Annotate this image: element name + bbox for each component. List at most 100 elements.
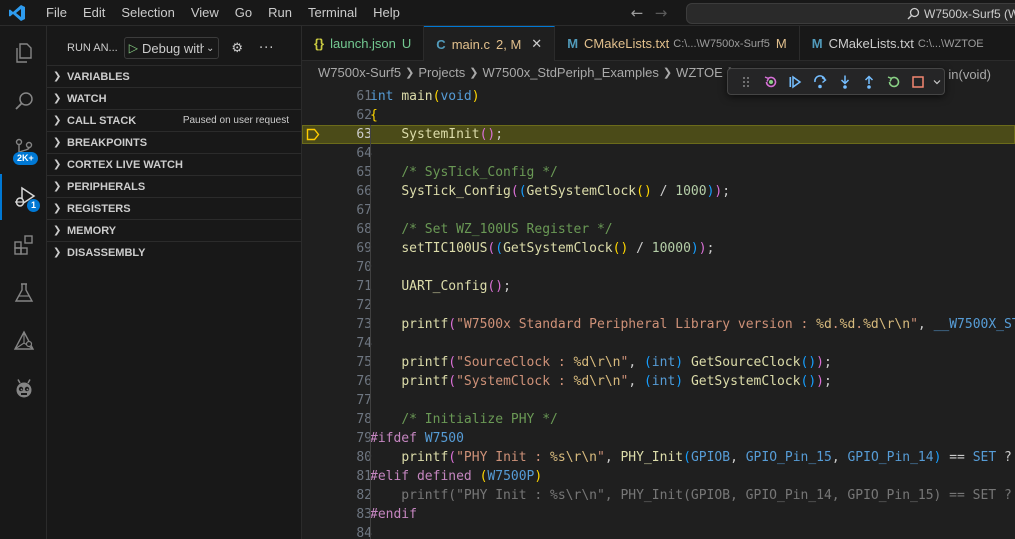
line-number[interactable]: 66 bbox=[302, 182, 372, 201]
reset-device-icon[interactable] bbox=[759, 71, 784, 93]
code-line[interactable]: 65 /* SysTick_Config */ bbox=[302, 163, 1015, 182]
vscode-logo-icon[interactable] bbox=[0, 0, 34, 26]
line-number[interactable]: 61 bbox=[302, 87, 372, 106]
platformio-alien-icon[interactable] bbox=[0, 366, 47, 412]
breadcrumb-item[interactable]: WZTOE bbox=[676, 65, 723, 80]
section-watch[interactable]: ❯ WATCH bbox=[47, 87, 301, 109]
code-line[interactable]: 80 printf("PHY Init : %s\r\n", PHY_Init(… bbox=[302, 448, 1015, 467]
code-line[interactable]: 81 #elif defined (W7500P) bbox=[302, 467, 1015, 486]
section-disassembly[interactable]: ❯ DISASSEMBLY bbox=[47, 241, 301, 263]
section-memory[interactable]: ❯ MEMORY bbox=[47, 219, 301, 241]
breadcrumb-item[interactable]: W7500x_StdPeriph_Examples bbox=[483, 65, 659, 80]
cmake-icon[interactable] bbox=[0, 318, 47, 364]
menu-selection[interactable]: Selection bbox=[113, 0, 182, 26]
search-view-icon[interactable] bbox=[0, 78, 47, 124]
code-line[interactable]: 84 bbox=[302, 524, 1015, 539]
breadcrumb-symbol[interactable]: in(void) bbox=[948, 67, 991, 82]
line-number[interactable]: 72 bbox=[302, 296, 372, 315]
line-number[interactable]: 62 bbox=[302, 106, 372, 125]
code-line[interactable]: 83 #endif bbox=[302, 505, 1015, 524]
section-variables[interactable]: ❯ VARIABLES bbox=[47, 65, 301, 87]
back-arrow-icon[interactable]: ← bbox=[630, 4, 644, 22]
code-line[interactable]: 82 printf("PHY Init : %s\r\n", PHY_Init(… bbox=[302, 486, 1015, 505]
code-line[interactable]: 73 printf("W7500x Standard Peripheral Li… bbox=[302, 315, 1015, 334]
code-text: printf("SystemClock : %d\r\n", (int) Get… bbox=[401, 374, 832, 389]
code-line[interactable]: 79 #ifdef W7500 bbox=[302, 429, 1015, 448]
line-number[interactable]: 82 bbox=[302, 486, 372, 505]
gear-icon[interactable]: ⚙ bbox=[231, 41, 243, 56]
code-line[interactable]: 78 /* Initialize PHY */ bbox=[302, 410, 1015, 429]
code-line[interactable]: 68 /* Set WZ_100US Register */ bbox=[302, 220, 1015, 239]
tab-launch-json[interactable]: {} launch.json U bbox=[302, 26, 425, 61]
section-peripherals[interactable]: ❯ PERIPHERALS bbox=[47, 175, 301, 197]
code-line[interactable]: 70 bbox=[302, 258, 1015, 277]
step-out-icon[interactable] bbox=[857, 71, 882, 93]
code-line[interactable]: 62{ bbox=[302, 106, 1015, 125]
line-number[interactable]: 64 bbox=[302, 144, 372, 163]
line-number[interactable]: 74 bbox=[302, 334, 372, 353]
run-debug-icon[interactable]: 1 bbox=[0, 174, 47, 220]
line-number[interactable]: 67 bbox=[302, 201, 372, 220]
start-debug-icon[interactable]: ▷ bbox=[129, 41, 138, 55]
code-line[interactable]: 67 bbox=[302, 201, 1015, 220]
line-number[interactable]: 80 bbox=[302, 448, 372, 467]
menu-edit[interactable]: Edit bbox=[75, 0, 113, 26]
more-actions-icon[interactable]: ··· bbox=[259, 41, 274, 56]
line-number[interactable]: 71 bbox=[302, 277, 372, 296]
testing-flask-icon[interactable] bbox=[0, 270, 47, 316]
line-number[interactable]: 77 bbox=[302, 391, 372, 410]
line-number[interactable]: 75 bbox=[302, 353, 372, 372]
tab-cmakelists-wztoe[interactable]: M CMakeLists.txt C:\...\WZTOE bbox=[800, 26, 996, 61]
restart-icon[interactable] bbox=[882, 71, 907, 93]
section-breakpoints[interactable]: ❯ BREAKPOINTS bbox=[47, 131, 301, 153]
debug-config-dropdown[interactable]: ▷ Debug with ⌄ bbox=[123, 37, 220, 59]
menu-run[interactable]: Run bbox=[260, 0, 300, 26]
continue-icon[interactable] bbox=[783, 71, 808, 93]
step-into-icon[interactable] bbox=[832, 71, 857, 93]
line-number[interactable]: 73 bbox=[302, 315, 372, 334]
explorer-icon[interactable] bbox=[0, 30, 47, 76]
menu-help[interactable]: Help bbox=[365, 0, 408, 26]
source-control-icon[interactable]: 2K+ bbox=[0, 126, 47, 172]
section-registers[interactable]: ❯ REGISTERS bbox=[47, 197, 301, 219]
forward-arrow-icon[interactable]: → bbox=[654, 4, 668, 22]
section-call-stack[interactable]: ❯ CALL STACK Paused on user request bbox=[47, 109, 301, 131]
command-center-search[interactable]: W7500x-Surf5 (W bbox=[686, 3, 1015, 24]
code-line[interactable]: 71 UART_Config(); bbox=[302, 277, 1015, 296]
code-line[interactable]: 66 SysTick_Config((GetSystemClock() / 10… bbox=[302, 182, 1015, 201]
current-execution-line[interactable]: 63 SystemInit(); bbox=[302, 125, 1015, 144]
extensions-icon[interactable] bbox=[0, 222, 47, 268]
line-number[interactable]: 68 bbox=[302, 220, 372, 239]
close-icon[interactable]: ✕ bbox=[531, 36, 542, 52]
menu-terminal[interactable]: Terminal bbox=[300, 0, 365, 26]
tab-main-c[interactable]: C main.c 2, M ✕ bbox=[424, 26, 556, 61]
menu-view[interactable]: View bbox=[183, 0, 227, 26]
code-line[interactable]: 75 printf("SourceClock : %d\r\n", (int) … bbox=[302, 353, 1015, 372]
code-editor[interactable]: 61 int main(void) 62{63 SystemInit(); 64 65 … bbox=[302, 87, 1015, 539]
breadcrumb-item[interactable]: Projects bbox=[418, 65, 465, 80]
stop-icon[interactable] bbox=[906, 71, 931, 93]
line-number[interactable]: 76 bbox=[302, 372, 372, 391]
line-number[interactable]: 84 bbox=[302, 524, 372, 539]
line-number[interactable]: 69 bbox=[302, 239, 372, 258]
breadcrumb-item[interactable]: W7500x-Surf5 bbox=[318, 65, 401, 80]
code-line[interactable]: 72 bbox=[302, 296, 1015, 315]
code-line[interactable]: 74 bbox=[302, 334, 1015, 353]
step-over-icon[interactable] bbox=[808, 71, 833, 93]
line-number[interactable]: 79 bbox=[302, 429, 372, 448]
code-line[interactable]: 76 printf("SystemClock : %d\r\n", (int) … bbox=[302, 372, 1015, 391]
line-number[interactable]: 83 bbox=[302, 505, 372, 524]
line-number[interactable]: 65 bbox=[302, 163, 372, 182]
section-cortex-live-watch[interactable]: ❯ CORTEX LIVE WATCH bbox=[47, 153, 301, 175]
chevron-down-icon[interactable] bbox=[931, 71, 944, 93]
drag-handle-icon[interactable] bbox=[734, 71, 759, 93]
line-number[interactable]: 78 bbox=[302, 410, 372, 429]
line-number[interactable]: 70 bbox=[302, 258, 372, 277]
tab-cmakelists-surf5[interactable]: M CMakeLists.txt C:\...\W7500x-Surf5 M bbox=[555, 26, 800, 61]
line-number[interactable]: 81 bbox=[302, 467, 372, 486]
menu-file[interactable]: File bbox=[38, 0, 75, 26]
code-line[interactable]: 69 setTIC100US((GetSystemClock() / 10000… bbox=[302, 239, 1015, 258]
code-line[interactable]: 64 bbox=[302, 144, 1015, 163]
menu-go[interactable]: Go bbox=[227, 0, 260, 26]
code-line[interactable]: 77 bbox=[302, 391, 1015, 410]
